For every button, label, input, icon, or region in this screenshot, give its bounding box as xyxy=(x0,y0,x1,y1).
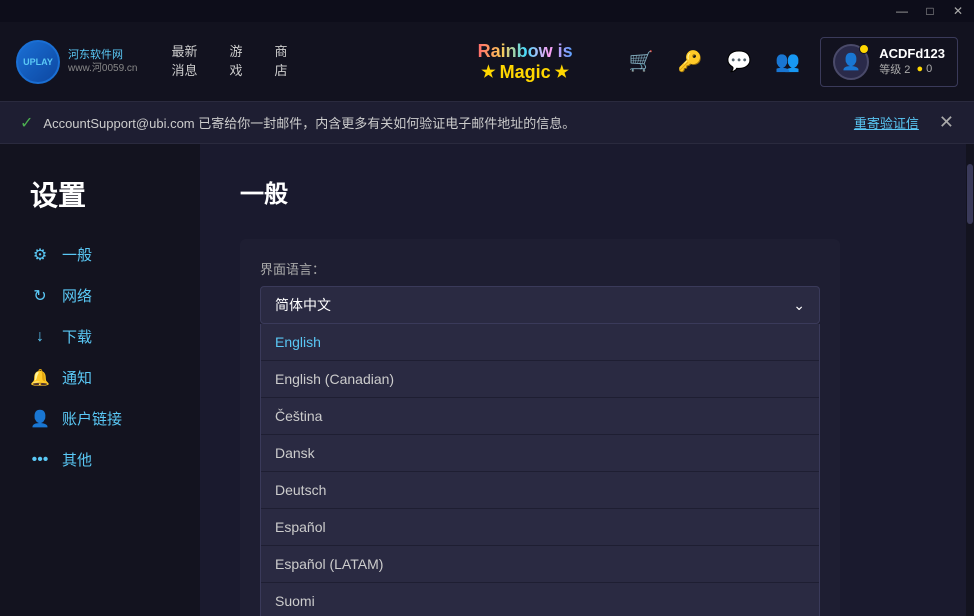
header-icons: 🛒 🔑 💬 👥 xyxy=(629,49,801,74)
sidebar-title: 设置 xyxy=(0,164,200,234)
sidebar-item-general[interactable]: ⚙ 一般 xyxy=(0,234,200,275)
header: UPLAY 河东软件网 www.河0059.cn 最新消息 游戏 商店 Rain… xyxy=(0,22,974,102)
logo-area[interactable]: UPLAY 河东软件网 www.河0059.cn xyxy=(16,40,137,84)
language-option-es-latam[interactable]: Español (LATAM) xyxy=(261,546,819,583)
more-icon: ••• xyxy=(30,451,50,469)
language-option-en-ca[interactable]: English (Canadian) xyxy=(261,361,819,398)
nav-item-store[interactable]: 商店 xyxy=(261,35,302,87)
user-name: ACDFd123 xyxy=(879,46,945,61)
language-option-es[interactable]: Español xyxy=(261,509,819,546)
user-area[interactable]: 👤 ACDFd123 等级 2 ● 0 xyxy=(820,37,958,87)
star-right-icon: ★ xyxy=(555,62,569,82)
sidebar-label-download: 下载 xyxy=(62,326,92,347)
key-icon[interactable]: 🔑 xyxy=(678,49,703,74)
language-option-de[interactable]: Deutsch xyxy=(261,472,819,509)
resend-verification-link[interactable]: 重寄验证信 xyxy=(854,113,919,132)
scrollbar-thumb[interactable] xyxy=(967,164,973,224)
brand-logo: Rainbow is ★ Magic ★ xyxy=(462,37,589,87)
brand-rainbow-text: Rainbow is xyxy=(478,41,573,62)
uplay-logo: UPLAY xyxy=(16,40,60,84)
language-option-en[interactable]: English xyxy=(261,324,819,361)
content-title: 一般 xyxy=(240,174,926,209)
language-option-cs[interactable]: Čeština xyxy=(261,398,819,435)
site-logo-text: 河东软件网 www.河0059.cn xyxy=(68,48,137,75)
sidebar-item-notifications[interactable]: 🔔 通知 xyxy=(0,357,200,398)
notification-check-icon: ✓ xyxy=(20,113,33,133)
user-info: ACDFd123 等级 2 ● 0 xyxy=(879,46,945,77)
avatar: 👤 xyxy=(833,44,869,80)
settings-panel: 界面语言： 简体中文 ⌄ English English (Canadian) … xyxy=(240,239,840,616)
download-icon: ↓ xyxy=(30,328,50,346)
nav-item-games[interactable]: 游戏 xyxy=(216,35,257,87)
sidebar-label-general: 一般 xyxy=(62,244,92,265)
sidebar: 设置 ⚙ 一般 ↻ 网络 ↓ 下载 🔔 通知 👤 账户链接 ••• 其他 xyxy=(0,144,200,616)
language-option-fi[interactable]: Suomi xyxy=(261,583,819,616)
user-level: 等级 2 ● 0 xyxy=(879,61,945,77)
dropdown-arrow-icon: ⌄ xyxy=(793,297,805,314)
sidebar-item-account[interactable]: 👤 账户链接 xyxy=(0,398,200,439)
notification-close-button[interactable]: ✕ xyxy=(939,112,954,133)
friends-icon[interactable]: 👥 xyxy=(775,49,800,74)
network-icon: ↻ xyxy=(30,286,50,306)
nav-items: 最新消息 游戏 商店 xyxy=(157,35,441,87)
star-left-icon: ★ xyxy=(481,62,495,82)
sidebar-label-network: 网络 xyxy=(62,285,92,306)
user-coins: ● 0 xyxy=(916,63,932,75)
notification-bar: ✓ AccountSupport@ubi.com 已寄给你一封邮件，内含更多有关… xyxy=(0,102,974,144)
close-button[interactable]: ✕ xyxy=(950,4,966,18)
sidebar-item-other[interactable]: ••• 其他 xyxy=(0,439,200,480)
title-bar: — □ ✕ xyxy=(0,0,974,22)
cart-icon[interactable]: 🛒 xyxy=(629,49,654,74)
brand-magic-text: ★ Magic ★ xyxy=(481,62,569,83)
language-select[interactable]: 简体中文 ⌄ xyxy=(260,286,820,324)
user-status-dot xyxy=(859,44,869,54)
language-selected-value: 简体中文 xyxy=(275,295,331,315)
main-content: 设置 ⚙ 一般 ↻ 网络 ↓ 下载 🔔 通知 👤 账户链接 ••• 其他 一般 xyxy=(0,144,974,616)
gear-icon: ⚙ xyxy=(30,245,50,265)
content-area: 一般 界面语言： 简体中文 ⌄ English English (Canadia… xyxy=(200,144,966,616)
sidebar-label-other: 其他 xyxy=(62,449,92,470)
notification-message: AccountSupport@ubi.com 已寄给你一封邮件，内含更多有关如何… xyxy=(43,113,843,132)
sidebar-label-account: 账户链接 xyxy=(62,408,122,429)
sidebar-item-download[interactable]: ↓ 下载 xyxy=(0,316,200,357)
language-option-da[interactable]: Dansk xyxy=(261,435,819,472)
user-icon: 👤 xyxy=(30,409,50,429)
scrollbar-track xyxy=(966,144,974,616)
nav-item-news[interactable]: 最新消息 xyxy=(157,35,211,87)
bell-icon: 🔔 xyxy=(30,368,50,388)
sidebar-item-network[interactable]: ↻ 网络 xyxy=(0,275,200,316)
chat-icon[interactable]: 💬 xyxy=(726,49,751,74)
language-dropdown-list: English English (Canadian) Čeština Dansk… xyxy=(260,324,820,616)
maximize-button[interactable]: □ xyxy=(922,4,938,18)
sidebar-label-notifications: 通知 xyxy=(62,367,92,388)
language-field-label: 界面语言： xyxy=(260,259,820,278)
minimize-button[interactable]: — xyxy=(894,4,910,18)
